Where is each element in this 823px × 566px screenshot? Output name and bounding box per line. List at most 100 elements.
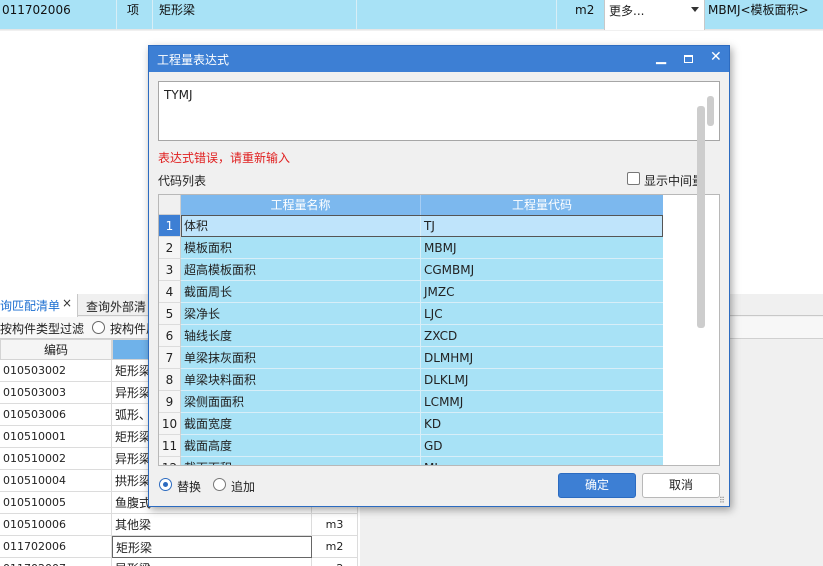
table-row[interactable]: 011702006 矩形梁 m2 xyxy=(0,536,360,558)
selection-outline xyxy=(181,215,663,237)
append-radio[interactable] xyxy=(213,478,226,491)
tab-label: 询匹配清单 xyxy=(0,299,61,313)
quantity-name-cell: 梁侧面面积 xyxy=(181,391,421,413)
quantity-code-cell: MJ xyxy=(421,457,663,465)
column-header-code[interactable]: 编码 xyxy=(0,339,112,360)
table-row[interactable]: 1 体积 TJ xyxy=(159,215,663,237)
row-type: 项 xyxy=(127,3,140,17)
column-divider xyxy=(356,0,357,30)
filter-by-type-option[interactable]: 按构件类型过滤 xyxy=(0,320,84,337)
ok-button[interactable]: 确定 xyxy=(558,473,636,498)
quantity-code-cell: CGMBMJ xyxy=(421,259,663,281)
replace-label[interactable]: 替换 xyxy=(177,478,201,495)
table-row[interactable]: 011702007异形梁m2 xyxy=(0,558,360,566)
quantity-name-cell: 模板面积 xyxy=(181,237,421,259)
resize-grip-icon[interactable]: ⠿ xyxy=(719,496,725,505)
table-row[interactable]: 7 单梁抹灰面积 DLMHMJ xyxy=(159,347,663,369)
cancel-button[interactable]: 取消 xyxy=(642,473,720,498)
tab-match-bill[interactable]: 询匹配清单 × xyxy=(0,294,78,317)
column-divider xyxy=(556,0,557,30)
cell-unit: m3 xyxy=(312,514,358,536)
table-row[interactable]: 11 截面高度 GD xyxy=(159,435,663,457)
table-row[interactable]: 4 截面周长 JMZC xyxy=(159,281,663,303)
table-row[interactable]: 010510006 其他梁 m3 xyxy=(0,514,360,536)
expression-scrollbar[interactable] xyxy=(707,96,714,126)
quantity-name-cell: 单梁块料面积 xyxy=(181,369,421,391)
quantity-name-cell: 轴线长度 xyxy=(181,325,421,347)
show-intermediate-label[interactable]: 显示中间量 xyxy=(644,172,704,189)
table-row[interactable]: 6 轴线长度 ZXCD xyxy=(159,325,663,347)
dropdown-value: 更多... xyxy=(609,4,645,18)
row-number: 12 xyxy=(159,457,181,465)
quantity-code-cell: DLMHMJ xyxy=(421,347,663,369)
quantity-code-cell: ZXCD xyxy=(421,325,663,347)
column-header-quantity-name[interactable]: 工程量名称 xyxy=(181,195,421,215)
dialog-titlebar[interactable]: 工程量表达式 ▁ ✕ xyxy=(149,46,729,72)
cell-name: 异形梁 xyxy=(112,558,312,566)
minimize-icon[interactable]: ▁ xyxy=(656,50,666,65)
table-row[interactable]: 9 梁侧面面积 LCMMJ xyxy=(159,391,663,413)
cell-code: 010510005 xyxy=(0,492,112,514)
table-scroll-area xyxy=(663,195,719,465)
quantity-name-cell: 截面周长 xyxy=(181,281,421,303)
table-header: 工程量名称 工程量代码 xyxy=(159,195,663,215)
quantity-name-cell: 梁净长 xyxy=(181,303,421,325)
quantity-code-cell: JMZC xyxy=(421,281,663,303)
show-intermediate-checkbox[interactable] xyxy=(627,172,640,185)
quantity-name-cell: 截面面积 xyxy=(181,457,421,465)
table-scrollbar[interactable] xyxy=(697,106,705,328)
row-code: 011702006 xyxy=(2,3,71,17)
tab-query-external[interactable]: 查询外部清 xyxy=(80,294,152,316)
filter-by-attribute-radio[interactable] xyxy=(92,321,105,334)
cell-name: 其他梁 xyxy=(112,514,312,536)
row-number-header xyxy=(159,195,181,215)
cell-code: 010503003 xyxy=(0,382,112,404)
row-number: 5 xyxy=(159,303,181,325)
row-number: 9 xyxy=(159,391,181,413)
cell-unit: m2 xyxy=(312,558,358,566)
table-row[interactable]: 3 超高模板面积 CGMBMJ xyxy=(159,259,663,281)
code-list-label: 代码列表 xyxy=(158,174,207,188)
row-name: 矩形梁 xyxy=(159,3,196,17)
table-row[interactable]: 12截面面积MJ xyxy=(159,457,663,465)
row-expression: MBMJ<模板面积> xyxy=(708,3,809,17)
code-list-table: 工程量名称 工程量代码 1 体积 TJ 2 模板面积 MBMJ 3 超高模板面积 CGMBMJ 4… xyxy=(158,194,720,466)
column-divider xyxy=(152,0,153,30)
maximize-icon[interactable] xyxy=(684,55,693,63)
column-header-name[interactable] xyxy=(112,339,152,360)
quantity-name-cell: 截面高度 xyxy=(181,435,421,457)
table-row[interactable]: 8 单梁块料面积 DLKLMJ xyxy=(159,369,663,391)
chevron-down-icon[interactable] xyxy=(691,7,699,12)
row-number: 3 xyxy=(159,259,181,281)
cell-code: 010510001 xyxy=(0,426,112,448)
row-unit: m2 xyxy=(575,3,595,17)
selected-bill-row[interactable]: 011702006 项 矩形梁 m2 更多... MBMJ<模板面积> xyxy=(0,0,823,30)
cell-code: 011702007 xyxy=(0,558,112,566)
row-number: 11 xyxy=(159,435,181,457)
quantity-name-cell: 超高模板面积 xyxy=(181,259,421,281)
expression-dropdown[interactable]: 更多... xyxy=(604,0,705,30)
error-message: 表达式错误，请重新输入 xyxy=(158,151,291,165)
row-number: 10 xyxy=(159,413,181,435)
expression-textarea[interactable]: TYMJ xyxy=(158,81,720,141)
column-divider xyxy=(116,0,117,30)
cell-name: 矩形梁 xyxy=(112,536,312,558)
cell-code: 010510004 xyxy=(0,470,112,492)
append-label[interactable]: 追加 xyxy=(231,478,255,495)
row-number: 8 xyxy=(159,369,181,391)
replace-radio[interactable] xyxy=(159,478,172,491)
close-icon[interactable]: ✕ xyxy=(710,49,722,65)
quantity-code-cell: LJC xyxy=(421,303,663,325)
quantity-code-cell: DLKLMJ xyxy=(421,369,663,391)
table-row[interactable]: 5 梁净长 LJC xyxy=(159,303,663,325)
table-row[interactable]: 10 截面宽度 KD xyxy=(159,413,663,435)
row-number: 7 xyxy=(159,347,181,369)
column-header-quantity-code[interactable]: 工程量代码 xyxy=(421,195,663,215)
quantity-name-cell: 截面宽度 xyxy=(181,413,421,435)
table-row[interactable]: 2 模板面积 MBMJ xyxy=(159,237,663,259)
row-number: 2 xyxy=(159,237,181,259)
close-icon[interactable]: × xyxy=(62,296,72,310)
cell-unit: m2 xyxy=(312,536,358,558)
tab-label: 查询外部清 xyxy=(86,300,147,314)
row-number: 1 xyxy=(159,215,181,237)
